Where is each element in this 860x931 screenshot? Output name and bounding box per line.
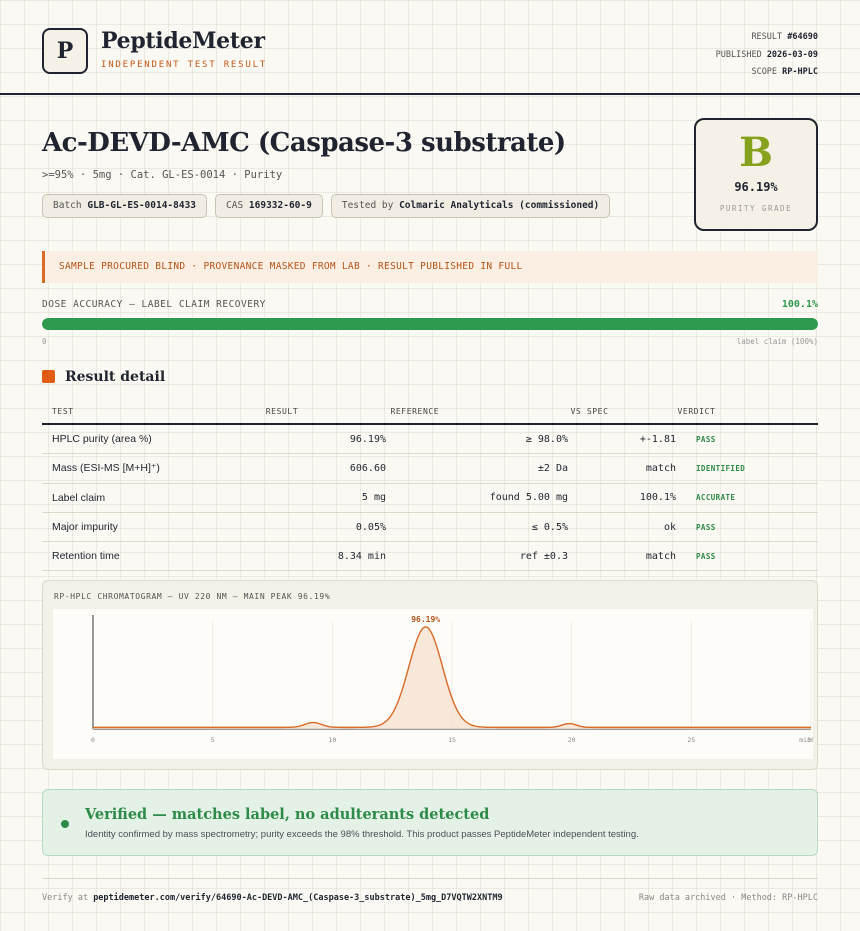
header-test: TEST — [52, 406, 74, 416]
footer-method: Raw data archived · Method: RP-HPLC — [638, 893, 818, 903]
cas-chip: CAS 169332-60-9 — [215, 194, 323, 218]
cell-result: 5 mg — [361, 492, 386, 504]
batch-chip: Batch GLB-GL-ES-0014-8433 — [42, 194, 208, 218]
cell-verdict: PASS — [696, 434, 716, 444]
product-subtitle: >=95% · 5mg · Cat. GL-ES-0014 · Purity — [42, 169, 283, 181]
cell-vs-spec: 100.1% — [639, 492, 676, 504]
brand-tagline: INDEPENDENT TEST RESULT — [101, 60, 268, 70]
table-row: Label claim 5 mg found 5.00 mg 100.1% ACCURA… — [42, 484, 818, 513]
verified-title: Verified — matches label, no adulterants… — [85, 806, 490, 823]
cell-vs-spec: match — [645, 550, 676, 562]
peak-label: 96.19% — [411, 615, 440, 624]
chromatogram-svg: 96.19%0 5 10 15 20 25 30min — [91, 615, 815, 744]
cell-reference: found 5.00 mg — [489, 492, 568, 504]
cell-reference: ref ±0.3 — [519, 550, 568, 562]
cell-vs-spec: match — [645, 462, 676, 474]
cell-test: HPLC purity (area %) — [52, 433, 152, 446]
purity-grade-card: B 96.19% PURITY GRADE — [694, 118, 818, 231]
cell-test: Mass (ESI-MS [M+H]⁺) — [52, 462, 160, 475]
verified-banner: Verified — matches label, no adulterants… — [42, 789, 818, 856]
cell-result: 606.60 — [349, 462, 386, 474]
dose-progress-track — [42, 318, 818, 330]
table-row: Major impurity 0.05% ≤ 0.5% ok PASS — [42, 513, 818, 543]
published-date: 2026-03-09 — [766, 49, 818, 60]
chromatogram-title: RP-HPLC CHROMATOGRAM — UV 220 NM — MAIN … — [54, 592, 331, 601]
cell-verdict: PASS — [696, 522, 716, 532]
x-tick-label: 10 — [328, 736, 336, 744]
product-title: Ac-DEVD-AMC (Caspase-3 substrate) — [42, 128, 566, 158]
cell-result: 0.05% — [355, 521, 386, 533]
product-chips: Batch GLB-GL-ES-0014-8433 CAS 169332-60-… — [42, 194, 611, 218]
dose-min-label: 0 — [42, 337, 47, 346]
cell-test: Label claim — [52, 491, 106, 504]
x-tick-label: 0 — [91, 736, 95, 744]
brand-logo: P — [42, 28, 88, 74]
x-tick-label: 20 — [568, 736, 576, 744]
meta-scope: SCOPE RP-HPLC — [751, 67, 818, 77]
verified-text: Identity confirmed by mass spectrometry;… — [85, 829, 639, 840]
header-verdict: VERDICT — [677, 406, 716, 416]
procurement-notice: SAMPLE PROCURED BLIND · PROVENANCE MASKE… — [42, 251, 818, 283]
cell-result: 96.19% — [349, 433, 386, 445]
meta-published: PUBLISHED 2026-03-09 — [715, 49, 818, 60]
tested-by-chip: Tested by Colmaric Analyticals (commissi… — [330, 194, 611, 218]
dose-accuracy-label: DOSE ACCURACY — LABEL CLAIM RECOVERY — [42, 299, 266, 310]
grade-letter: B — [739, 129, 773, 176]
header-reference: REFERENCE — [390, 406, 440, 416]
verify-link-text: Verify at peptidemeter.com/verify/64690-… — [42, 893, 503, 903]
chromatogram-plot: 96.19% 0 5 10 15 20 25 30 min — [53, 609, 815, 759]
brand-name: PeptideMeter — [101, 28, 265, 54]
table-row: Mass (ESI-MS [M+H]⁺) 606.60 ±2 Da match IDEN… — [42, 454, 818, 484]
cell-reference: ≥ 98.0% — [525, 433, 568, 445]
cell-reference: ±2 Da — [537, 462, 568, 474]
cell-result: 8.34 min — [337, 550, 386, 562]
x-tick-label: 15 — [448, 736, 456, 744]
cell-vs-spec: ok — [663, 521, 676, 533]
x-tick-label: 5 — [211, 736, 215, 744]
meta-result: RESULT #64690 — [751, 32, 818, 42]
cell-test: Retention time — [52, 550, 120, 563]
cell-vs-spec: +-1.81 — [639, 433, 676, 445]
verified-dot-icon — [61, 820, 69, 828]
dose-progress-fill — [42, 318, 818, 330]
result-table: TEST RESULT REFERENCE VS SPEC VERDICT HP… — [42, 399, 818, 572]
verify-url-link[interactable]: peptidemeter.com/verify/64690-Ac-DEVD-AM… — [93, 893, 502, 903]
header-result: RESULT — [265, 406, 299, 416]
cell-verdict: ACCURATE — [696, 493, 736, 503]
chromatogram-card: RP-HPLC CHROMATOGRAM — UV 220 NM — MAIN … — [42, 580, 818, 770]
header-vs-spec: VS SPEC — [570, 406, 609, 416]
table-row: Retention time 8.34 min ref ±0.3 match PASS — [42, 542, 818, 572]
x-tick-label: 25 — [687, 736, 695, 744]
cell-verdict: IDENTIFIED — [696, 463, 746, 473]
footer-divider — [42, 878, 818, 879]
result-number: #64690 — [787, 32, 818, 42]
header-divider — [0, 93, 860, 95]
cell-verdict: PASS — [696, 551, 716, 561]
grade-label: PURITY GRADE — [719, 204, 793, 213]
section-marker-icon — [42, 370, 55, 383]
table-row: HPLC purity (area %) 96.19% ≥ 98.0% +-1.81 P… — [42, 425, 818, 455]
x-unit-label: min — [799, 736, 811, 744]
dose-max-label: label claim (100%) — [736, 337, 818, 346]
cell-reference: ≤ 0.5% — [531, 521, 568, 533]
cell-test: Major impurity — [52, 521, 118, 534]
table-header: TEST RESULT REFERENCE VS SPEC VERDICT — [42, 399, 818, 425]
result-meta: RESULT #64690 PUBLISHED 2026-03-09 SCOPE… — [716, 29, 818, 82]
scope-value: RP-HPLC — [782, 67, 818, 77]
grade-value: 96.19% — [734, 180, 778, 194]
dose-accuracy-value: 100.1% — [781, 299, 818, 310]
section-title: Result detail — [65, 369, 166, 385]
